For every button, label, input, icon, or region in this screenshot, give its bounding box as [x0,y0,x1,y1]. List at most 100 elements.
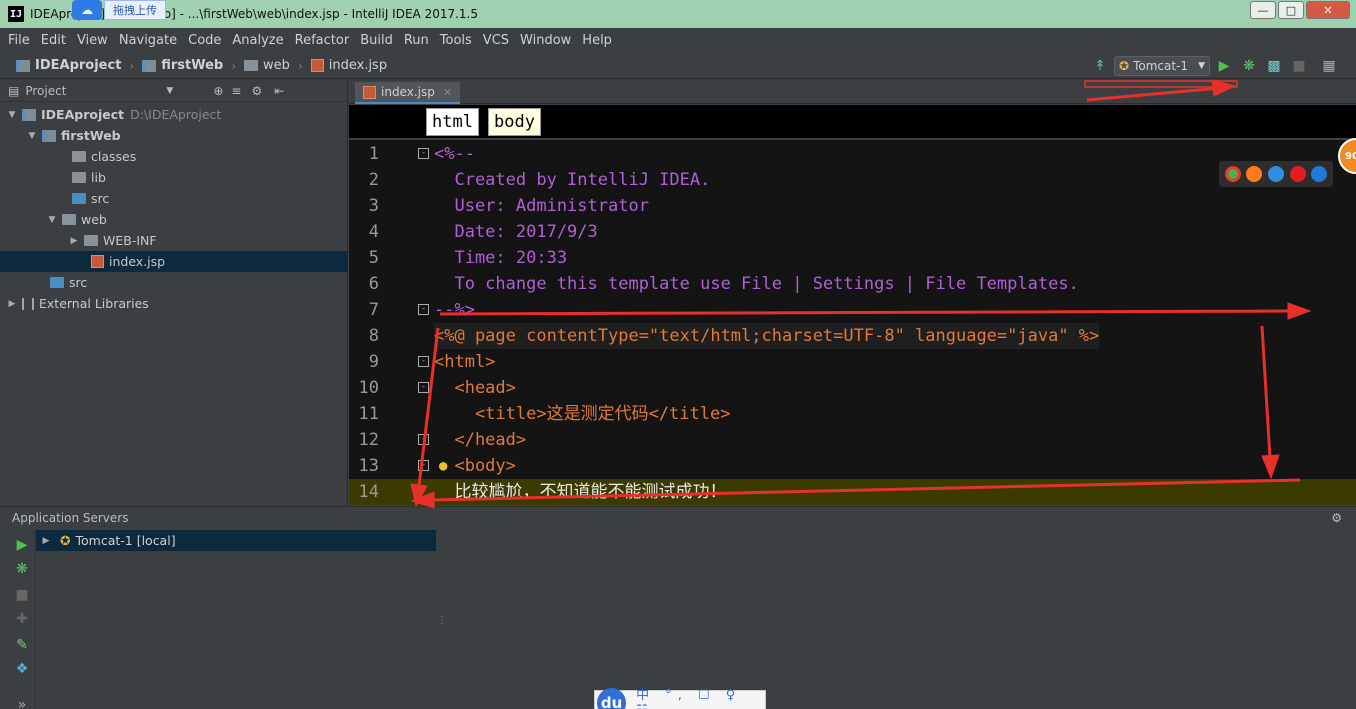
tree-item-classes[interactable]: classes [0,146,348,167]
gear-icon[interactable]: ⚙ [251,84,262,98]
expanded-arrow-icon[interactable]: ▼ [26,131,38,141]
close-button[interactable]: ✕ [1306,1,1350,19]
run-icon[interactable]: ▶ [14,537,30,553]
code-line: 4 Date: 2017/9/3 [368,222,598,242]
menu-analyze[interactable]: Analyze [232,33,283,48]
menu-refactor[interactable]: Refactor [295,33,350,48]
breadcrumb-folder[interactable]: web [244,58,290,73]
code-line: 9- <html> [368,352,496,372]
breadcrumb-module[interactable]: firstWeb [142,58,223,73]
tag-crumb-body[interactable]: body [488,108,541,136]
project-structure-icon[interactable]: ▦ [1321,58,1337,74]
code-line: 8 <%@ page contentType="text/html;charset… [349,323,1356,349]
project-panel-title[interactable]: Project [25,84,66,98]
tomcat-icon: ✪ [60,533,71,548]
menu-bar: File Edit View Navigate Code Analyze Ref… [0,29,1356,52]
menu-tools[interactable]: Tools [440,33,472,48]
gear-icon[interactable]: ⚙ [1331,511,1342,525]
menu-vcs[interactable]: VCS [483,33,509,48]
fold-icon[interactable]: - [418,304,429,315]
upload-widget[interactable]: ☁ 拖拽上传 [72,0,166,20]
expanded-arrow-icon[interactable]: ▼ [6,110,18,120]
server-tomcat-1[interactable]: ▶ ✪ Tomcat-1 [local] [36,530,436,551]
tree-item-external-libraries[interactable]: ▶ External Libraries [0,293,348,314]
menu-view[interactable]: View [77,33,108,48]
chevron-down-icon[interactable]: ▼ [166,86,173,96]
tag-crumb-html[interactable]: html [426,108,479,136]
menu-build[interactable]: Build [360,33,393,48]
tree-item-ideaproject[interactable]: ▼ IDEAproject D:\IDEAproject [0,104,348,125]
library-icon [22,297,34,310]
menu-edit[interactable]: Edit [41,33,66,48]
firefox-icon[interactable] [1246,166,1263,182]
minimize-button[interactable]: — [1250,1,1276,19]
fold-icon[interactable]: - [418,434,429,445]
module-icon [42,129,56,142]
tree-item-index-jsp[interactable]: index.jsp [0,251,348,272]
more-icon[interactable]: » [14,697,30,709]
fold-icon[interactable]: - [418,356,429,367]
chrome-icon[interactable] [1224,166,1241,182]
ime-toolbar: du 中 °, ☐ ♀ ☷ [594,688,766,709]
splitter-handle[interactable]: ⋮ [437,615,447,626]
code-line: 12- </head> [358,430,527,450]
breadcrumb-separator: › [231,58,237,73]
coverage-icon[interactable]: ▩ [1266,58,1282,74]
menu-code[interactable]: Code [188,33,221,48]
menu-navigate[interactable]: Navigate [119,33,177,48]
folder-icon [84,235,98,246]
menu-run[interactable]: Run [404,33,429,48]
run-configuration-select[interactable]: ✪ Tomcat-1 ▼ [1114,56,1210,76]
code-line: 10- <head> [358,378,516,398]
debug-icon[interactable]: ❋ [1241,58,1257,74]
stop-icon[interactable]: ■ [14,587,30,603]
baidu-icon[interactable]: du [597,688,627,709]
maximize-button[interactable]: □ [1278,1,1304,19]
lightbulb-icon[interactable]: ● [439,453,447,479]
stop-icon[interactable]: ■ [1291,58,1307,74]
menu-help[interactable]: Help [582,33,612,48]
tree-item-src-root[interactable]: src [0,272,348,293]
tree-item-lib[interactable]: lib [0,167,348,188]
breadcrumb-project[interactable]: IDEAproject [16,58,121,73]
cloud-icon[interactable]: ☁ [72,0,102,20]
fold-icon[interactable]: - [418,382,429,393]
code-line: 13- <body> ● [349,453,1356,479]
collapsed-arrow-icon[interactable]: ▶ [40,536,52,546]
code-line: 6 To change this template use File | Set… [368,274,1079,294]
fold-icon[interactable]: - [418,148,429,159]
menu-file[interactable]: File [8,33,30,48]
menu-window[interactable]: Window [520,33,571,48]
code-line: 7- --%> [368,300,475,320]
opera-icon[interactable] [1289,166,1306,182]
collapsed-arrow-icon[interactable]: ▶ [6,299,18,309]
project-icon [22,108,36,121]
run-icon[interactable]: ▶ [1216,58,1232,74]
close-tab-icon[interactable]: ✕ [443,86,452,99]
safari-icon[interactable] [1267,166,1284,182]
project-view-icon: ▤ [8,83,20,98]
breadcrumb-file[interactable]: index.jsp [310,58,387,73]
tree-item-web-inf[interactable]: ▶ WEB-INF [0,230,348,251]
collapsed-arrow-icon[interactable]: ▶ [68,236,80,246]
expanded-arrow-icon[interactable]: ▼ [46,215,58,225]
artifact-icon[interactable]: ❖ [14,661,30,677]
code-editor[interactable]: 1- <%-- 2 Created by IntelliJ IDEA. 3 Use… [349,140,1356,505]
tree-item-web[interactable]: ▼ web [0,209,348,230]
edit-configuration-icon[interactable]: ✎ [14,637,30,653]
build-icon[interactable]: ↟ [1092,58,1108,74]
fold-icon[interactable]: - [418,460,429,471]
collapse-all-icon[interactable]: ≡ [231,84,241,98]
hide-panel-icon[interactable]: ⇤ [274,84,284,98]
intellij-icon: IJ [8,6,24,22]
debug-icon[interactable]: ❋ [14,561,30,577]
tree-item-src[interactable]: src [0,188,348,209]
tree-item-firstweb[interactable]: ▼ firstWeb [0,125,348,146]
window-controls: — □ ✕ [1250,1,1350,19]
scroll-from-source-icon[interactable]: ⊕ [213,84,223,98]
internet-explorer-icon[interactable] [1311,166,1328,182]
ime-options[interactable]: 中 °, ☐ ♀ ☷ [636,684,765,709]
upload-label[interactable]: 拖拽上传 [104,0,166,20]
tab-index-jsp[interactable]: index.jsp ✕ [355,82,461,104]
deploy-icon[interactable]: ✚ [14,611,30,627]
